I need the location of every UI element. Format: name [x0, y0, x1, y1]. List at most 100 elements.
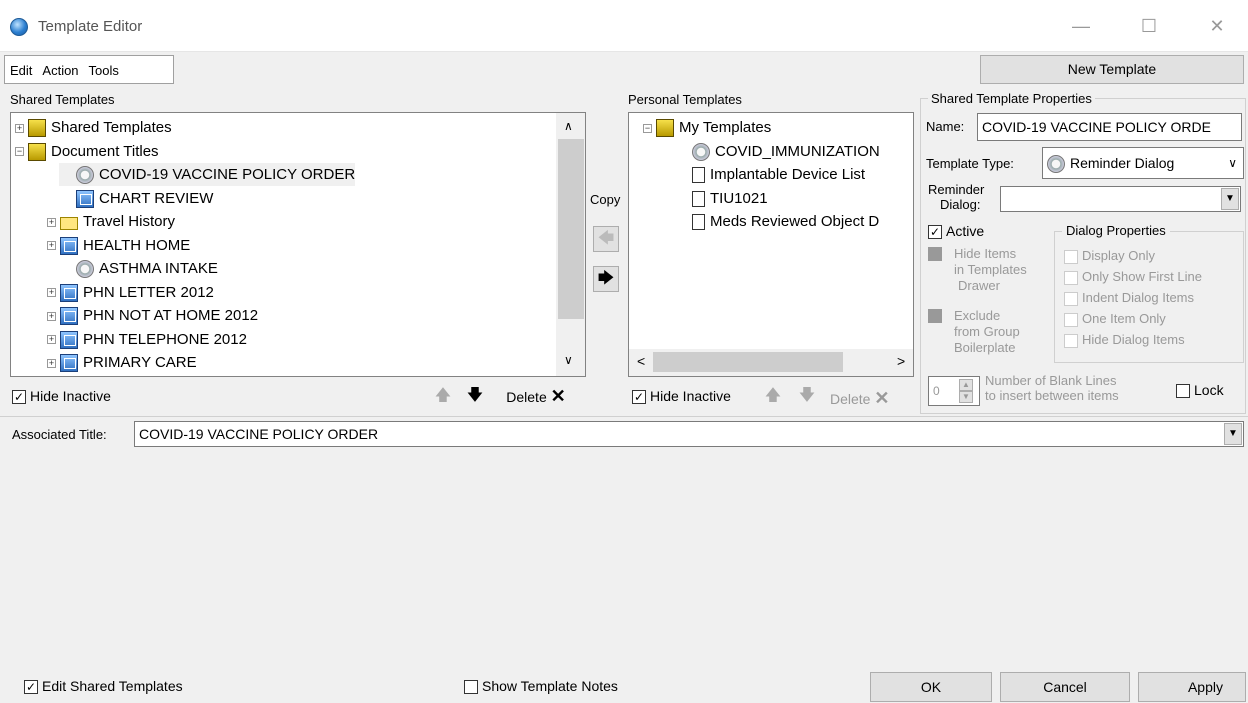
exclude-checkbox[interactable]: Exclude from Group Boilerplate — [928, 308, 1020, 356]
title-bar: Template Editor — ☐ ✕ — [0, 0, 1248, 52]
divider — [0, 416, 1248, 417]
personal-move-up-button[interactable]: 🡅 — [760, 384, 786, 410]
checkbox-icon[interactable] — [464, 680, 478, 695]
tree-item[interactable]: + Travel History — [47, 210, 175, 233]
tree-item[interactable]: + HEALTH HOME — [47, 234, 190, 257]
hide-items-checkbox[interactable]: Hide Items in Templates Drawer — [928, 246, 1027, 294]
expand-icon[interactable]: + — [47, 241, 56, 251]
scroll-left-icon[interactable]: < — [637, 353, 645, 369]
checkbox-icon[interactable] — [928, 247, 942, 261]
checkbox-icon[interactable] — [1064, 270, 1078, 285]
new-template-button[interactable]: New Template — [980, 55, 1244, 84]
expand-icon[interactable]: + — [47, 217, 56, 227]
tree-item[interactable]: TIU1021 — [675, 187, 768, 210]
edit-shared-templates-checkbox[interactable]: ✓ Edit Shared Templates — [24, 678, 183, 695]
tree-item-label: HEALTH HOME — [83, 236, 191, 254]
minimize-button[interactable]: — — [1058, 10, 1104, 42]
tree-item[interactable]: + PHN LETTER 2012 — [47, 281, 214, 304]
blank-lines-spinner[interactable]: 0 ▲ ▼ — [928, 376, 980, 406]
tree-item[interactable]: + Shared Templates — [15, 116, 172, 139]
expand-icon[interactable]: + — [47, 358, 56, 368]
personal-move-down-button[interactable]: 🡇 — [794, 384, 820, 410]
expand-icon[interactable]: + — [47, 335, 56, 345]
dialog-option-checkbox[interactable]: Indent Dialog Items — [1064, 290, 1194, 306]
hscroll-thumb[interactable] — [653, 352, 843, 372]
shared-delete-button[interactable]: Delete ✕ — [494, 384, 578, 410]
collapse-icon[interactable]: − — [643, 123, 652, 133]
menu-action[interactable]: Action — [37, 56, 83, 78]
dialog-option-checkbox[interactable]: Hide Dialog Items — [1064, 332, 1185, 348]
checkbox-icon[interactable]: ✓ — [928, 225, 942, 240]
blank-lines-label: Number of Blank Lines to insert between i… — [985, 373, 1119, 403]
scroll-down-icon[interactable]: ∨ — [564, 353, 573, 367]
checkbox-icon[interactable] — [1064, 333, 1078, 348]
checkbox-icon[interactable]: ✓ — [12, 390, 26, 405]
ok-button[interactable]: OK — [870, 672, 992, 702]
tree-item[interactable]: COVID_IMMUNIZATION — [675, 140, 880, 163]
copy-left-button[interactable]: 🡄 — [593, 226, 619, 252]
tree-item[interactable]: COVID-19 VACCINE POLICY ORDER — [59, 163, 356, 186]
move-up-button[interactable]: 🡅 — [430, 384, 456, 410]
tree-item[interactable]: Implantable Device List — [675, 163, 865, 186]
menu-edit[interactable]: Edit — [5, 56, 37, 78]
dropdown-arrow-icon[interactable]: ▼ — [1224, 423, 1242, 445]
checkbox-icon[interactable] — [928, 309, 942, 323]
folder-icon — [60, 217, 78, 231]
shared-hide-inactive[interactable]: ✓ Hide Inactive — [12, 388, 111, 405]
name-input[interactable]: COVID-19 VACCINE POLICY ORDE — [977, 113, 1242, 141]
copy-right-button[interactable]: 🡆 — [593, 266, 619, 292]
scroll-up-icon[interactable]: ∧ — [564, 119, 573, 133]
shared-scrollbar[interactable]: ∧ ∨ — [556, 113, 585, 376]
copy-label: Copy — [590, 192, 621, 207]
tree-item[interactable]: − My Templates — [643, 116, 771, 139]
shared-templates-tree[interactable]: + Shared Templates − Document Titles COVID-1… — [10, 112, 586, 377]
apply-button[interactable]: Apply — [1138, 672, 1246, 702]
spin-down-icon[interactable]: ▼ — [959, 391, 973, 403]
spin-up-icon[interactable]: ▲ — [959, 379, 973, 391]
personal-hide-inactive[interactable]: ✓ Hide Inactive — [632, 388, 731, 405]
tree-item-label: PHN TELEPHONE 2012 — [83, 330, 247, 348]
collapse-icon[interactable]: − — [15, 147, 24, 157]
lock-checkbox[interactable]: Lock — [1176, 382, 1224, 399]
checkbox-icon[interactable]: ✓ — [24, 680, 38, 695]
tree-item[interactable]: − Document Titles — [15, 140, 159, 163]
checkbox-icon[interactable] — [1064, 291, 1078, 306]
maximize-button[interactable]: ☐ — [1126, 10, 1172, 42]
active-checkbox[interactable]: ✓ Active — [928, 223, 984, 240]
personal-hscrollbar[interactable]: < > — [629, 349, 913, 376]
dropdown-arrow-icon[interactable]: ▼ — [1221, 188, 1239, 210]
dialog-option-checkbox[interactable]: Display Only — [1064, 248, 1155, 264]
cancel-button[interactable]: Cancel — [1000, 672, 1130, 702]
reminder-dialog-icon — [692, 142, 710, 161]
associated-title-label: Associated Title: — [12, 427, 107, 442]
personal-delete-button[interactable]: Delete ✕ — [830, 388, 889, 409]
checkbox-icon[interactable]: ✓ — [632, 390, 646, 405]
checkbox-icon[interactable] — [1064, 312, 1078, 327]
tree-item[interactable]: ASTHMA INTAKE — [59, 257, 218, 280]
personal-templates-tree[interactable]: − My Templates COVID_IMMUNIZATION Implantab… — [628, 112, 914, 377]
associated-title-select[interactable]: COVID-19 VACCINE POLICY ORDER ▼ — [134, 421, 1244, 447]
tree-item-label: TIU1021 — [710, 189, 768, 207]
dialog-option-checkbox[interactable]: One Item Only — [1064, 311, 1166, 327]
tree-item[interactable]: + PHN TELEPHONE 2012 — [47, 328, 247, 351]
expand-icon[interactable]: + — [15, 123, 24, 133]
dialog-option-checkbox[interactable]: Only Show First Line — [1064, 269, 1202, 285]
tree-item[interactable]: Meds Reviewed Object D — [675, 210, 879, 233]
menu-tools[interactable]: Tools — [84, 56, 124, 78]
tree-item[interactable]: CHART REVIEW — [59, 187, 213, 210]
scroll-right-icon[interactable]: > — [897, 353, 905, 369]
scroll-thumb[interactable] — [558, 139, 584, 319]
expand-icon[interactable]: + — [47, 311, 56, 321]
reminder-dialog-select[interactable]: ▼ — [1000, 186, 1241, 212]
checkbox-icon[interactable] — [1176, 384, 1190, 399]
tree-item-label: Document Titles — [51, 142, 159, 160]
template-type-select[interactable]: Reminder Dialog ∨ — [1042, 147, 1244, 179]
tree-item[interactable]: + PRIMARY CARE — [47, 351, 197, 374]
tree-item[interactable]: + PHN NOT AT HOME 2012 — [47, 304, 258, 327]
tree-item-label: Travel History — [83, 213, 175, 230]
close-button[interactable]: ✕ — [1194, 10, 1240, 42]
show-template-notes-checkbox[interactable]: Show Template Notes — [464, 678, 618, 695]
checkbox-icon[interactable] — [1064, 249, 1078, 264]
move-down-button[interactable]: 🡇 — [462, 384, 488, 410]
expand-icon[interactable]: + — [47, 288, 56, 298]
